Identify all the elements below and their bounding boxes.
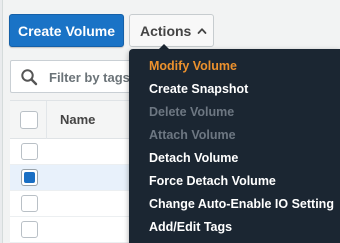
- menu-item-create-snapshot[interactable]: Create Snapshot: [149, 82, 248, 96]
- create-volume-button[interactable]: Create Volume: [9, 14, 124, 47]
- menu-item-detach-volume[interactable]: Detach Volume: [149, 151, 238, 165]
- actions-button[interactable]: Actions: [129, 14, 214, 47]
- row-checkbox[interactable]: [21, 195, 38, 212]
- menu-item-add-edit-tags[interactable]: Add/Edit Tags: [149, 220, 232, 234]
- search-icon: [21, 69, 38, 86]
- filter-placeholder: Filter by tags: [49, 70, 130, 85]
- menu-item-delete-volume: Delete Volume: [149, 105, 235, 119]
- row-checkbox[interactable]: [21, 221, 38, 238]
- menu-item-modify-volume[interactable]: Modify Volume: [149, 59, 237, 73]
- column-header-name[interactable]: Name: [60, 112, 95, 127]
- select-all-checkbox[interactable]: [20, 111, 38, 129]
- menu-item-attach-volume: Attach Volume: [149, 128, 236, 142]
- row-checkbox[interactable]: [21, 169, 38, 186]
- chevron-up-icon: [197, 27, 207, 34]
- menu-item-force-detach-volume[interactable]: Force Detach Volume: [149, 174, 276, 188]
- menu-item-change-auto-enable-io-setting[interactable]: Change Auto-Enable IO Setting: [149, 197, 334, 211]
- actions-label: Actions: [140, 22, 192, 39]
- actions-dropdown-menu: Modify Volume Create Snapshot Delete Volum…: [129, 49, 340, 243]
- left-edge-strip: [0, 0, 3, 243]
- row-checkbox[interactable]: [21, 143, 38, 160]
- header-divider: [46, 101, 47, 139]
